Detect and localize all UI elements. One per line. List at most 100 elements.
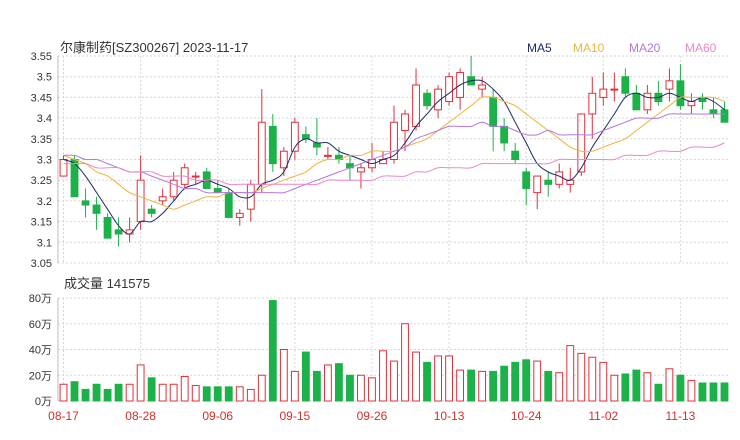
candle-body	[412, 84, 420, 127]
volume-bar	[511, 361, 520, 402]
candle-body	[544, 179, 553, 185]
volume-bar	[268, 300, 277, 402]
candle-body	[279, 150, 288, 169]
price-tick-label: 3.5	[37, 72, 52, 84]
candle-body	[566, 179, 575, 185]
candle-body	[191, 175, 200, 178]
volume-tick-label: 20万	[29, 370, 52, 382]
volume-bar	[720, 382, 729, 402]
candle-body	[114, 229, 123, 235]
volume-bar	[610, 374, 619, 402]
candle-body	[500, 125, 509, 144]
candle-body	[478, 84, 487, 90]
volume-bar	[434, 355, 442, 402]
candle-body	[522, 171, 531, 189]
legend-ma5: MA5	[527, 41, 552, 55]
volume-bar	[103, 388, 112, 402]
volume-bar	[257, 374, 266, 402]
candle-body	[676, 80, 685, 107]
volume-bar	[709, 382, 718, 402]
date-tick-label: 10-13	[434, 409, 465, 423]
volume-bar	[147, 377, 156, 402]
price-tick-label: 3.05	[31, 258, 52, 270]
candle-body	[555, 171, 564, 185]
legend-ma10: MA10	[573, 41, 605, 55]
volume-bar	[114, 383, 123, 402]
candle-body	[511, 150, 520, 161]
candle-body	[423, 92, 431, 107]
volume-bar	[478, 370, 487, 402]
candle-body	[257, 121, 266, 185]
date-tick-label: 08-28	[125, 409, 156, 423]
volume-bar	[588, 356, 597, 402]
volume-y-axis: 80万 60万 40万 20万 0万	[29, 293, 52, 408]
volume-bar	[379, 350, 387, 402]
candle-body	[92, 204, 101, 214]
volume-bar	[191, 385, 200, 402]
volume-bar	[522, 359, 531, 402]
volume-bar	[213, 386, 222, 402]
volume-bar	[390, 360, 398, 402]
candle-body	[169, 179, 178, 198]
volume-bar	[92, 383, 101, 402]
date-tick-label: 09-26	[357, 409, 388, 423]
volume-bar	[632, 369, 641, 402]
candle-body	[632, 92, 641, 111]
price-tick-label: 3.25	[31, 175, 52, 187]
volume-bar	[346, 374, 354, 402]
candle-body	[621, 76, 630, 94]
volume-bar	[456, 369, 465, 402]
volume-bar	[312, 370, 321, 402]
candle-body	[158, 196, 167, 202]
date-tick-label: 11-02	[588, 409, 618, 423]
candle-body	[357, 167, 365, 173]
volume-bar	[643, 372, 652, 402]
volume-bars	[59, 300, 729, 402]
legend-ma60: MA60	[685, 41, 717, 55]
volume-bar	[698, 382, 707, 402]
candle-body	[147, 208, 156, 214]
candle-body	[312, 142, 321, 148]
stock-chart: 尔康制药[SZ300267] 2023-11-17 MA5 MA10 MA20 …	[29, 40, 730, 423]
volume-bar	[158, 383, 167, 402]
volume-bar	[412, 351, 420, 402]
volume-bar	[180, 376, 189, 402]
legend-ma20: MA20	[629, 41, 661, 55]
price-tick-label: 3.1	[37, 237, 52, 249]
candle-body	[445, 76, 453, 103]
candle-body	[81, 200, 90, 206]
volume-bar	[357, 374, 365, 402]
candle-body	[323, 154, 332, 157]
volume-bar	[368, 377, 376, 402]
volume-bar	[599, 361, 608, 402]
ma-legend: MA5 MA10 MA20 MA60	[527, 41, 717, 55]
volume-bar	[246, 388, 255, 402]
date-tick-label: 09-15	[280, 409, 311, 423]
volume-bar	[70, 381, 79, 402]
candle-body	[610, 88, 619, 91]
volume-bar	[665, 368, 674, 402]
volume-bar	[125, 383, 134, 402]
candle-body	[687, 101, 696, 107]
price-y-axis: 3.55 3.5 3.45 3.4 3.35 3.3 3.25 3.2 3.15 3.1 3.05	[31, 51, 52, 270]
volume-bar	[235, 386, 244, 402]
volume-bar	[59, 383, 68, 402]
date-tick-label: 10-24	[511, 409, 542, 423]
price-tick-label: 3.4	[37, 113, 52, 125]
volume-bar	[489, 370, 498, 402]
volume-bar	[577, 352, 586, 402]
volume-bar	[401, 323, 409, 402]
volume-tick-label: 80万	[29, 293, 52, 305]
volume-bar	[676, 374, 685, 402]
candle-body	[103, 216, 112, 239]
volume-bar	[323, 364, 332, 402]
candle-body	[235, 212, 244, 218]
price-tick-label: 3.55	[31, 51, 52, 63]
volume-bar	[290, 370, 299, 402]
volume-bar	[445, 355, 453, 402]
candle-body	[643, 92, 652, 111]
volume-bar	[169, 383, 178, 402]
volume-bar	[566, 345, 575, 402]
volume-bar	[654, 383, 663, 402]
volume-bar	[301, 351, 310, 402]
